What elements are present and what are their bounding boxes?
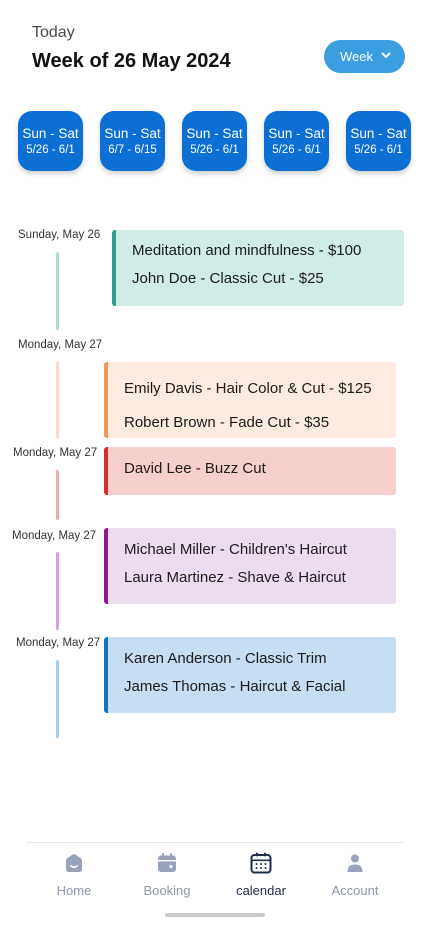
event-title: Laura Martinez - Shave & Haircut <box>124 569 346 586</box>
day-label: Monday, May 27 <box>18 339 103 351</box>
week-card-range: 5/26 - 6/1 <box>354 144 403 156</box>
event-card[interactable]: David Lee - Buzz Cut <box>104 447 396 495</box>
week-card[interactable]: Sun - Sat 5/26 - 6/1 <box>264 111 329 171</box>
day-label: Monday, May 27 <box>12 530 97 542</box>
week-card[interactable]: Sun - Sat 5/26 - 6/1 <box>346 111 411 171</box>
event-title: John Doe - Classic Cut - $25 <box>132 270 324 287</box>
timeline-line <box>56 361 59 439</box>
account-icon <box>347 854 363 872</box>
booking-icon <box>158 853 176 872</box>
timeline-line <box>56 470 59 520</box>
timeline-line <box>56 252 59 330</box>
week-card-days: Sun - Sat <box>22 126 79 141</box>
day-label: Monday, May 27 <box>16 637 101 649</box>
chevron-down-icon <box>381 52 391 58</box>
nav-label-account: Account <box>331 883 379 898</box>
today-label: Today <box>32 24 75 41</box>
nav-label-calendar: calendar <box>236 883 286 898</box>
event-card[interactable]: Meditation and mindfulness - $100 John D… <box>112 230 404 306</box>
event-title: Meditation and mindfulness - $100 <box>132 242 362 259</box>
week-card-range: 5/26 - 6/1 <box>272 144 321 156</box>
event-title: Karen Anderson - Classic Trim <box>124 650 327 667</box>
event-card[interactable]: Michael Miller - Children's Haircut Laur… <box>104 528 396 604</box>
nav-label-home: Home <box>56 883 92 898</box>
timeline-line <box>56 660 59 738</box>
event-title: James Thomas - Haircut & Facial <box>124 678 346 695</box>
week-card[interactable]: Sun - Sat 5/26 - 6/1 <box>18 111 83 171</box>
week-card-days: Sun - Sat <box>104 126 161 141</box>
day-label: Monday, May 27 <box>13 447 98 459</box>
week-view-dropdown[interactable]: Week <box>324 40 405 73</box>
week-card[interactable]: Sun - Sat 5/26 - 6/1 <box>182 111 247 171</box>
day-label: Sunday, May 26 <box>18 229 101 241</box>
week-card-days: Sun - Sat <box>350 126 407 141</box>
page-title: Week of 26 May 2024 <box>32 50 231 72</box>
home-icon <box>66 854 82 872</box>
event-title: Michael Miller - Children's Haircut <box>124 541 347 558</box>
week-card-range: 6/7 - 6/15 <box>108 144 157 156</box>
event-card[interactable]: Emily Davis - Hair Color & Cut - $125 Ro… <box>104 362 396 438</box>
event-title: Emily Davis - Hair Color & Cut - $125 <box>124 380 372 397</box>
calendar-icon <box>250 852 272 874</box>
week-dropdown-label: Week <box>340 49 373 64</box>
event-title: David Lee - Buzz Cut <box>124 460 266 477</box>
week-card-days: Sun - Sat <box>268 126 325 141</box>
week-card-range: 5/26 - 6/1 <box>26 144 75 156</box>
bottom-nav: Home Booking calendar Account <box>26 842 403 902</box>
week-card-days: Sun - Sat <box>186 126 243 141</box>
event-card[interactable]: Karen Anderson - Classic Trim James Thom… <box>104 637 396 713</box>
week-card-range: 5/26 - 6/1 <box>190 144 239 156</box>
nav-label-booking: Booking <box>143 883 191 898</box>
event-title: Robert Brown - Fade Cut - $35 <box>124 414 330 431</box>
home-indicator <box>165 913 265 917</box>
timeline-line <box>56 552 59 630</box>
week-range-carousel: Sun - Sat 5/26 - 6/1 Sun - Sat 6/7 - 6/1… <box>0 111 428 173</box>
week-card[interactable]: Sun - Sat 6/7 - 6/15 <box>100 111 165 171</box>
